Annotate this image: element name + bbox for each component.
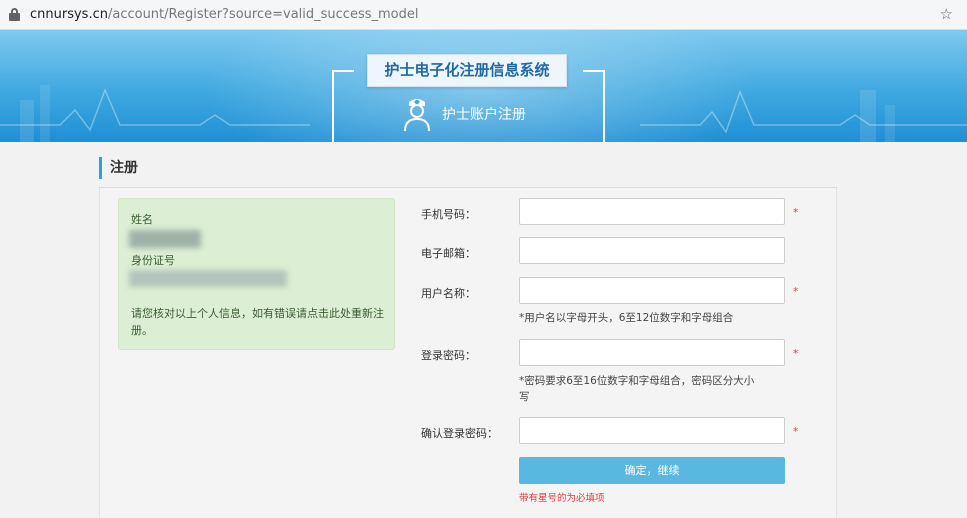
username-hint: *用户名以字母开头，6至12位数字和字母组合 [519,312,734,324]
url-text[interactable]: cnnursys.cn/account/Register?source=vali… [30,7,418,22]
username-label: 用户名称： [421,287,476,300]
banner-frame-left [332,70,354,142]
bookmark-star-icon[interactable]: ☆ [940,5,953,23]
phone-required-mark: * [793,206,799,219]
phone-input[interactable] [519,198,785,225]
submit-continue-button[interactable]: 确定，继续 [519,457,785,484]
section-title: 注册 [99,157,138,179]
url-path: /account/Register?source=valid_success_m… [107,7,419,22]
lock-icon[interactable] [9,8,20,21]
section-divider [99,187,837,188]
reregister-note[interactable]: 请您核对以上个人信息，如有错误请点击此处重新注册。 [131,305,386,339]
username-required-mark: * [793,285,799,298]
password-input[interactable] [519,339,785,366]
email-input[interactable] [519,237,785,264]
password-hint-continued: 写 [519,391,530,403]
confirm-password-input[interactable] [519,417,785,444]
confirm-password-required-mark: * [793,425,799,438]
id-number-label: 身份证号 [131,254,175,267]
url-host: cnnursys.cn [30,7,108,22]
nurse-icon [404,99,430,132]
password-required-mark: * [793,347,799,360]
banner-subtitle: 护士账户注册 [442,107,526,123]
phone-label: 手机号码： [421,208,476,221]
password-hint: *密码要求6至16位数字和字母组合，密码区分大小 [519,375,755,387]
username-input[interactable] [519,277,785,304]
name-value-redacted [129,230,201,248]
system-title: 护士电子化注册信息系统 [367,54,567,87]
banner-frame-right [583,70,605,142]
address-bar[interactable]: cnnursys.cn/account/Register?source=vali… [0,0,967,30]
personal-info-box: 姓名 身份证号 请您核对以上个人信息，如有错误请点击此处重新注册。 [118,198,395,350]
password-label: 登录密码： [421,349,476,362]
confirm-password-label: 确认登录密码： [421,427,498,440]
email-label: 电子邮箱： [421,247,476,260]
id-number-value-redacted [129,270,287,287]
name-label: 姓名 [131,213,153,226]
required-fields-note: 带有星号的为必填项 [519,493,605,504]
